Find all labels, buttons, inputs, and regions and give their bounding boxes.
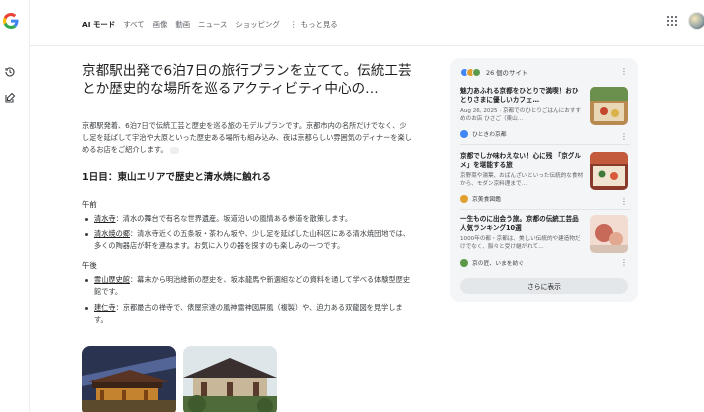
google-logo[interactable] bbox=[3, 13, 19, 29]
list-item-text: ：京都最古の禅寺で、俵屋宗達の風神雷神図屏風（複製）や、迫力ある双龍図を見学しま… bbox=[94, 302, 403, 324]
source-card[interactable]: 一生ものに出会う旅。京都の伝統工芸品人気ランキング10選 1000年の都・京都は… bbox=[460, 215, 630, 267]
ai-answer: 京都駅出発で6泊7日の旅行プランを立てて。伝統工芸とか歴史的な場所を巡るアクティ… bbox=[82, 62, 412, 329]
list-item: 建仁寺：京都最古の禅寺で、俵屋宗達の風神雷神図屏風（複製）や、迫力ある双龍図を見… bbox=[82, 302, 412, 326]
source-card[interactable]: 魅力あふれる京都をひとりで満喫！おひとりさまに優しいカフェ… Aug 26, 2… bbox=[460, 87, 630, 138]
more-vert-icon: ⋮ bbox=[289, 20, 298, 29]
day1-heading: 1日目：東山エリアで歴史と清水焼に触れる bbox=[82, 171, 271, 183]
source-menu-icon[interactable]: ⋮ bbox=[620, 197, 628, 206]
kiyomizu-photo[interactable] bbox=[82, 346, 176, 412]
afternoon-label: 午後 bbox=[82, 261, 97, 271]
place-link[interactable]: 清水寺 bbox=[94, 214, 116, 223]
tab-ai-mode[interactable]: AI モード bbox=[82, 19, 115, 30]
query-title: 京都駅出発で6泊7日の旅行プランを立てて。伝統工芸とか歴史的な場所を巡るアクティ… bbox=[82, 63, 412, 97]
list-item-text: ：清水の舞台で有名な世界遺産。坂道沿いの風情ある参道を散策します。 bbox=[115, 213, 353, 223]
site-favicon-icon bbox=[460, 194, 468, 203]
source-thumbnail bbox=[590, 152, 628, 190]
place-link[interactable]: 霊山歴史館 bbox=[94, 275, 130, 284]
tab-shopping[interactable]: ショッピング bbox=[235, 19, 279, 30]
source-site-name: ひときわ京都 bbox=[472, 132, 507, 138]
source-title: 一生ものに出会う旅。京都の伝統工芸品人気ランキング10選 bbox=[460, 215, 579, 233]
source-thumbnail bbox=[590, 215, 628, 253]
search-mode-tabs: AI モード すべて 画像 動画 ニュース ショッピング ⋮ もっと見る bbox=[82, 19, 338, 30]
source-title: 京都でしか味わえない！心に残 「京グルメ」を堪能する旅 bbox=[460, 152, 581, 170]
list-item-text: ：清水寺近くの五条坂・茶わん坂や、少し足を延ばした山科区にある清水焼団地では、多… bbox=[94, 228, 411, 251]
tab-news[interactable]: ニュース bbox=[198, 19, 227, 30]
list-item-text: ：幕末から明治維新の歴史を、坂本龍馬や新選組などの資料を通して学べる体験型歴史館… bbox=[94, 275, 411, 297]
source-site: 京美食図鑑 bbox=[460, 194, 501, 203]
source-site: 京の匠、いまを紡ぐ bbox=[460, 258, 524, 267]
divider bbox=[460, 209, 630, 210]
answer-intro: 京都駅発着、6泊7日で伝統工芸と歴史を巡る旅のモデルプランです。京都市内の名所だ… bbox=[82, 120, 412, 157]
source-card[interactable]: 京都でしか味わえない！心に残 「京グルメ」を堪能する旅 京野菜や湯葉、おばんざい… bbox=[460, 152, 630, 203]
favicon-icon bbox=[472, 68, 481, 77]
source-menu-icon[interactable]: ⋮ bbox=[620, 258, 628, 267]
list-item: 清水焼の郷：清水寺近くの五条坂・茶わん坂や、少し足を延ばした山科区にある清水焼団… bbox=[82, 228, 412, 252]
site-favicons bbox=[460, 68, 481, 77]
sources-menu-icon[interactable]: ⋮ bbox=[620, 67, 628, 76]
site-favicon-icon bbox=[460, 129, 468, 138]
source-site-name: 京の匠、いまを紡ぐ bbox=[472, 261, 525, 267]
new-chat-icon[interactable] bbox=[4, 89, 16, 103]
place-link[interactable]: 清水焼の郷 bbox=[94, 229, 130, 238]
sources-count: 26 個のサイト bbox=[486, 69, 529, 77]
source-text: 一生ものに出会う旅。京都の伝統工芸品人気ランキング10選 1000年の都・京都は… bbox=[460, 215, 584, 251]
apps-grid-icon[interactable] bbox=[666, 15, 678, 27]
source-menu-icon[interactable]: ⋮ bbox=[620, 132, 628, 141]
source-title: 魅力あふれる京都をひとりで満喫！おひとりさまに優しいカフェ… bbox=[460, 87, 579, 105]
afternoon-list: 霊山歴史館：幕末から明治維新の歴史を、坂本龍馬や新選組などの資料を通して学べる体… bbox=[82, 274, 412, 326]
photo-strip bbox=[82, 346, 284, 412]
list-item: 霊山歴史館：幕末から明治維新の歴史を、坂本龍馬や新選組などの資料を通して学べる体… bbox=[82, 274, 412, 298]
morning-label: 午前 bbox=[82, 199, 97, 209]
source-snippet: Aug 26, 2025 · 京都でのひとりごはんにおすすめのお店 ひさご（東山… bbox=[460, 107, 582, 122]
source-site-name: 京美食図鑑 bbox=[472, 197, 501, 203]
sources-header[interactable]: 26 個のサイト bbox=[460, 68, 528, 77]
tab-videos[interactable]: 動画 bbox=[175, 19, 190, 30]
answer-intro-text: 京都駅発着、6泊7日で伝統工芸と歴史を巡る旅のモデルプランです。京都市内の名所だ… bbox=[82, 121, 412, 155]
morning-list: 清水寺：清水の舞台で有名な世界遺産。坂道沿いの風情ある参道を散策します。 清水焼… bbox=[82, 213, 412, 253]
source-thumbnail bbox=[590, 87, 628, 125]
site-favicon-icon bbox=[460, 258, 468, 267]
sources-panel: 26 個のサイト ⋮ 魅力あふれる京都をひとりで満喫！おひとりさまに優しいカフェ… bbox=[450, 58, 638, 302]
more-button[interactable]: ⋮ もっと見る bbox=[290, 19, 338, 30]
source-snippet: 京野菜や湯葉、おばんざいといった伝統的な食材から、モダン京料理まで… bbox=[460, 172, 584, 187]
place-link[interactable]: 建仁寺 bbox=[94, 303, 116, 312]
source-site: ひときわ京都 bbox=[460, 129, 507, 138]
source-snippet: 1000年の都・京都は、美しい伝統的や建造物だけでなく、脈々と受け継がれて… bbox=[460, 235, 581, 250]
tab-all[interactable]: すべて bbox=[123, 19, 144, 30]
source-text: 京都でしか味わえない！心に残 「京グルメ」を堪能する旅 京野菜や湯葉、おばんざい… bbox=[460, 152, 584, 188]
citation-link-icon[interactable] bbox=[169, 146, 179, 154]
divider bbox=[460, 144, 630, 145]
top-bar: AI モード すべて 画像 動画 ニュース ショッピング ⋮ もっと見る bbox=[30, 0, 704, 46]
tab-images[interactable]: 画像 bbox=[153, 19, 168, 30]
list-item: 清水寺：清水の舞台で有名な世界遺産。坂道沿いの風情ある参道を散策します。 bbox=[82, 213, 412, 225]
show-more-button[interactable]: さらに表示 bbox=[460, 278, 628, 294]
account-avatar[interactable] bbox=[688, 12, 704, 30]
left-rail bbox=[0, 0, 30, 412]
history-icon[interactable] bbox=[4, 63, 16, 77]
source-text: 魅力あふれる京都をひとりで満喫！おひとりさまに優しいカフェ… Aug 26, 2… bbox=[460, 87, 584, 123]
temple-photo[interactable] bbox=[183, 346, 277, 412]
more-label: もっと見る bbox=[300, 20, 338, 29]
